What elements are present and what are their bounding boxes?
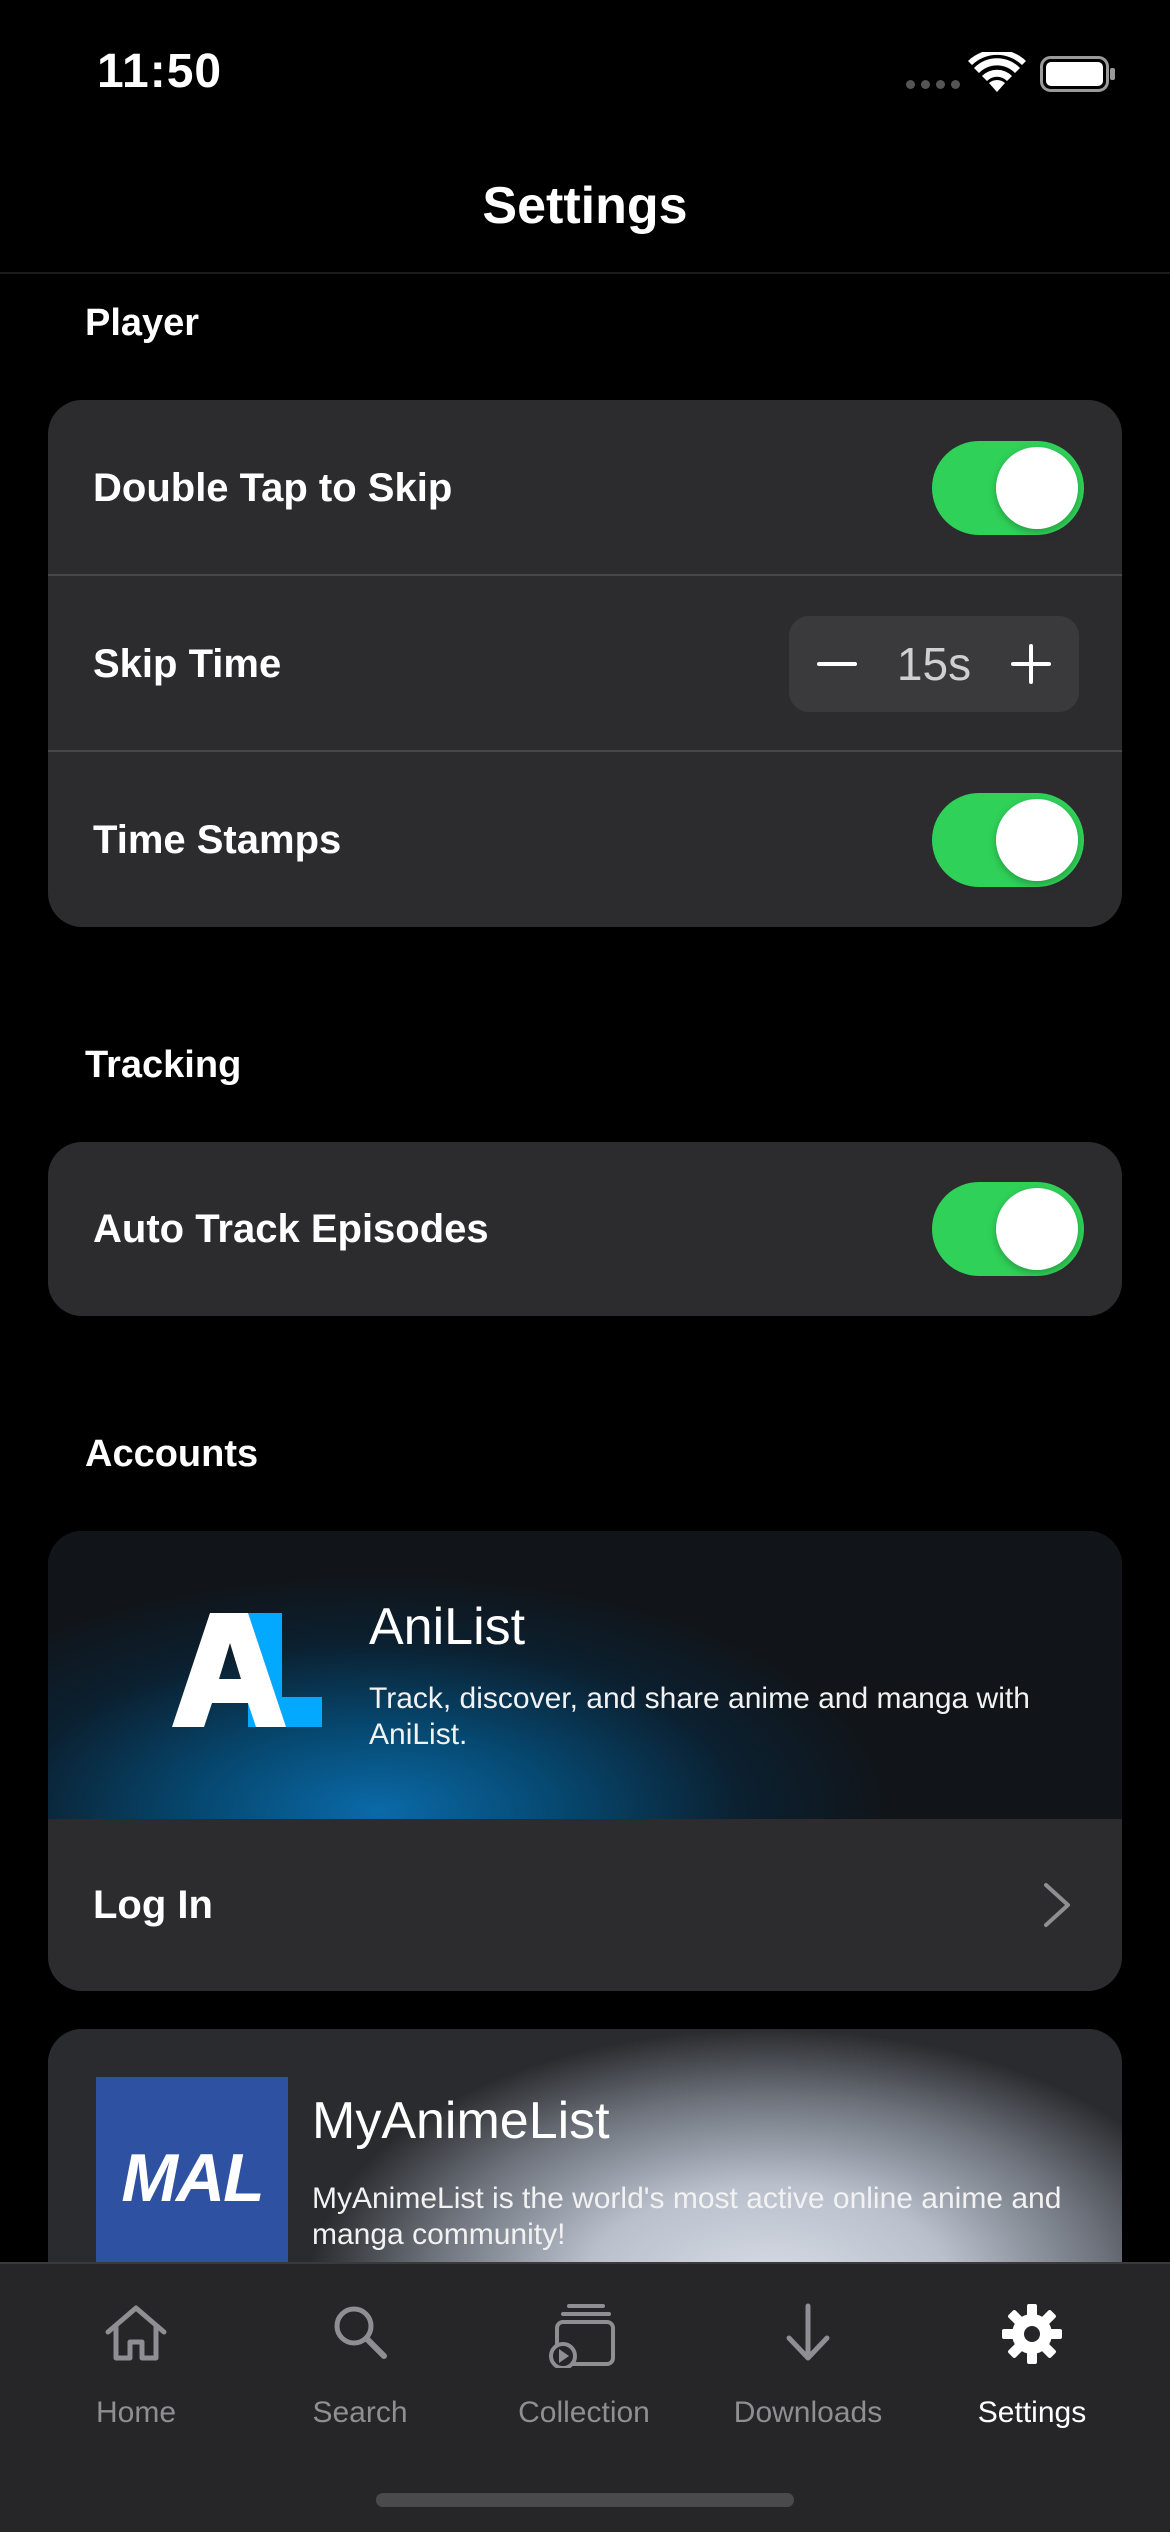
page-title: Settings — [482, 177, 688, 235]
skip-time-stepper: 15s — [789, 616, 1079, 712]
myanimelist-banner: MAL MyAnimeList MyAnimeList is the world… — [48, 2029, 1122, 2269]
toggle-knob — [996, 447, 1078, 529]
battery-icon — [1040, 56, 1115, 92]
increment-button[interactable] — [983, 616, 1079, 712]
section-header-tracking: Tracking — [85, 1044, 242, 1086]
mal-logo: MAL — [96, 2077, 288, 2269]
settings-screen: 11:50 Settings Player Double Tap to Skip — [0, 0, 1170, 2532]
stack-play-icon — [549, 2304, 615, 2368]
auto-track-label: Auto Track Episodes — [93, 1207, 489, 1251]
tab-label: Downloads — [733, 2396, 883, 2429]
chevron-right-icon — [1044, 1883, 1070, 1927]
navigation-bar: Settings — [0, 150, 1170, 274]
auto-track-row: Auto Track Episodes — [48, 1142, 1122, 1316]
status-time: 11:50 — [97, 45, 223, 98]
tab-label: Search — [312, 2396, 408, 2429]
toggle-knob — [996, 1188, 1078, 1270]
plus-icon — [1011, 644, 1051, 684]
anilist-banner: AniList Track, discover, and share anime… — [48, 1531, 1122, 1819]
tab-home[interactable]: Home — [24, 2264, 248, 2464]
tab-settings[interactable]: Settings — [920, 2264, 1144, 2464]
myanimelist-description: MyAnimeList is the world's most active o… — [312, 2182, 1062, 2251]
auto-track-toggle[interactable] — [932, 1182, 1084, 1276]
player-settings-card: Double Tap to Skip Skip Time 15s Time St… — [48, 400, 1122, 927]
double-tap-label: Double Tap to Skip — [93, 466, 453, 510]
tab-search[interactable]: Search — [248, 2264, 472, 2464]
arrow-down-icon — [786, 2303, 830, 2361]
decrement-button[interactable] — [789, 616, 885, 712]
skip-time-value: 15s — [896, 638, 972, 690]
gear-icon — [1002, 2304, 1062, 2364]
time-stamps-label: Time Stamps — [93, 818, 342, 862]
double-tap-row: Double Tap to Skip — [48, 400, 1122, 576]
wifi-icon — [968, 52, 1026, 92]
magnifier-icon — [334, 2306, 387, 2359]
toggle-knob — [996, 799, 1078, 881]
anilist-account-card: AniList Track, discover, and share anime… — [48, 1531, 1122, 1991]
section-header-accounts: Accounts — [85, 1433, 259, 1475]
tab-label: Collection — [518, 2396, 650, 2429]
tab-collection[interactable]: Collection — [472, 2264, 696, 2464]
home-indicator — [376, 2493, 794, 2507]
mal-logo-text: MAL — [121, 2140, 264, 2216]
tab-label: Home — [95, 2396, 177, 2429]
tracking-settings-card: Auto Track Episodes — [48, 1142, 1122, 1316]
double-tap-toggle[interactable] — [932, 441, 1084, 535]
anilist-title: AniList — [369, 1598, 526, 1656]
anilist-description: Track, discover, and share anime and man… — [369, 1682, 1030, 1751]
cellular-signal-icon — [906, 80, 960, 92]
status-bar: 11:50 — [0, 0, 1170, 150]
tab-label: Settings — [977, 2396, 1087, 2429]
anilist-logo — [172, 1613, 322, 1727]
minus-icon — [817, 662, 857, 666]
tab-bar: Home Search Collection Downloads Setting… — [0, 2262, 1170, 2532]
login-label: Log In — [93, 1883, 213, 1927]
skip-time-row: Skip Time 15s — [48, 576, 1122, 752]
myanimelist-title: MyAnimeList — [312, 2092, 610, 2150]
house-icon — [105, 2305, 167, 2361]
tab-downloads[interactable]: Downloads — [696, 2264, 920, 2464]
anilist-login-row[interactable]: Log In — [48, 1819, 1122, 1991]
skip-time-label: Skip Time — [93, 642, 282, 686]
time-stamps-row: Time Stamps — [48, 752, 1122, 927]
time-stamps-toggle[interactable] — [932, 793, 1084, 887]
section-header-player: Player — [85, 302, 200, 344]
